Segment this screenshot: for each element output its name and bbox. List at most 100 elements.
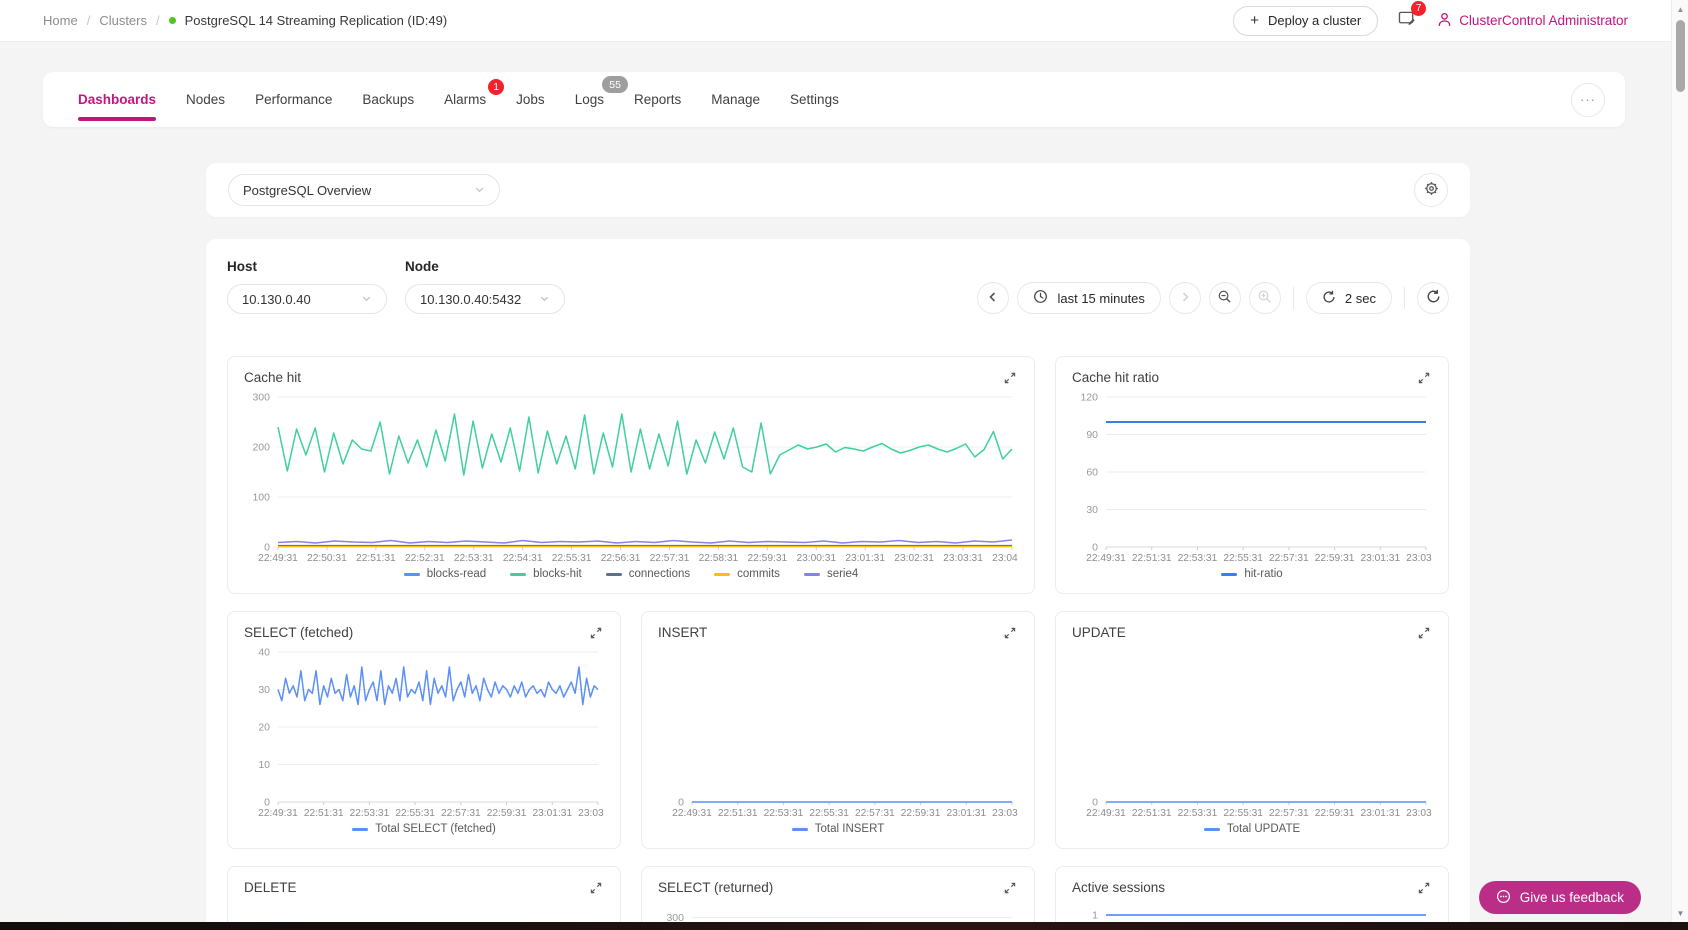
chart-svg: 300200100022:49:3122:50:3122:51:3122:52:… [244, 391, 1018, 565]
chart-title: DELETE [244, 880, 297, 895]
expand-icon[interactable] [1002, 370, 1018, 386]
chart-title: UPDATE [1072, 625, 1126, 640]
deploy-cluster-button[interactable]: + Deploy a cluster [1233, 6, 1378, 36]
x-tick-label: 22:52:31 [405, 553, 445, 564]
x-tick-label: 22:55:31 [1223, 553, 1263, 564]
scrollbar[interactable]: ▲ ▼ [1671, 0, 1688, 922]
legend-label: blocks-hit [533, 568, 582, 580]
time-range-label: last 15 minutes [1057, 291, 1144, 306]
x-tick-label: 22:51:31 [356, 553, 396, 564]
expand-icon[interactable] [1416, 625, 1432, 641]
expand-icon[interactable] [1416, 880, 1432, 896]
refresh-rate-label: 2 sec [1345, 291, 1376, 306]
dashboard-settings-button[interactable] [1414, 173, 1448, 207]
refresh-icon [1426, 289, 1441, 307]
legend-dash [1221, 573, 1237, 576]
chart-legend: Total UPDATE [1072, 820, 1432, 838]
clock-icon [1033, 289, 1048, 307]
tab-settings[interactable]: Settings [775, 72, 854, 127]
x-tick-label: 22:59:31 [748, 553, 788, 564]
chart-panel-active-sessions: Active sessions1 [1055, 866, 1449, 930]
expand-icon[interactable] [588, 880, 604, 896]
chart-plot: 022:49:3122:51:3122:53:3122:55:3122:57:3… [658, 646, 1018, 820]
tab-performance[interactable]: Performance [240, 72, 347, 127]
chevron-down-icon [539, 292, 550, 307]
scrollbar-up-arrow[interactable]: ▲ [1672, 1, 1688, 17]
y-tick-label: 40 [258, 647, 270, 659]
charts-grid: Cache hit300200100022:49:3122:50:3122:51… [227, 356, 1449, 930]
zoom-in-icon [1257, 289, 1272, 307]
filter-groups: Host 10.130.0.40 Node 10.130.0.40:5432 [227, 259, 565, 314]
breadcrumb-clusters[interactable]: Clusters [99, 13, 147, 28]
chart-title: Active sessions [1072, 880, 1165, 895]
legend-item[interactable]: connections [606, 568, 690, 580]
tab-jobs[interactable]: Jobs [501, 72, 560, 127]
tab-manage[interactable]: Manage [696, 72, 775, 127]
breadcrumb-home[interactable]: Home [43, 13, 78, 28]
main-card: Host 10.130.0.40 Node 10.130.0.40:5432 [206, 239, 1470, 930]
y-tick-label: 30 [1086, 504, 1098, 516]
legend-item[interactable]: Total SELECT (fetched) [352, 823, 496, 835]
y-tick-label: 90 [1086, 429, 1098, 441]
x-tick-label: 22:57:31 [650, 553, 690, 564]
x-tick-label: 23:03:31 [578, 808, 604, 819]
chart-head: INSERT [658, 625, 1018, 646]
dashboard-select[interactable]: PostgreSQL Overview [228, 174, 500, 206]
time-range-button[interactable]: last 15 minutes [1017, 282, 1160, 314]
legend-item[interactable]: serie4 [804, 568, 858, 580]
chart-plot: 120906030022:49:3122:51:3122:53:3122:55:… [1072, 391, 1432, 565]
dashboard-selector-card: PostgreSQL Overview [206, 163, 1470, 217]
tab-reports[interactable]: Reports [619, 72, 696, 127]
legend-item[interactable]: Total INSERT [792, 823, 884, 835]
nav-more-button[interactable]: ··· [1571, 83, 1605, 117]
x-tick-label: 22:53:31 [350, 808, 390, 819]
y-tick-label: 30 [258, 684, 270, 696]
time-prev-button[interactable] [977, 282, 1009, 314]
expand-icon[interactable] [588, 625, 604, 641]
node-select[interactable]: 10.130.0.40:5432 [405, 284, 565, 314]
x-tick-label: 22:53:31 [764, 808, 804, 819]
x-tick-label: 23:01:31 [1360, 553, 1400, 564]
time-next-button[interactable] [1169, 282, 1201, 314]
legend-item[interactable]: Total UPDATE [1204, 823, 1300, 835]
zoom-in-button[interactable] [1249, 282, 1281, 314]
tab-label: Reports [634, 92, 681, 107]
legend-label: Total SELECT (fetched) [375, 823, 496, 835]
filters-row: Host 10.130.0.40 Node 10.130.0.40:5432 [227, 259, 1449, 314]
zoom-out-button[interactable] [1209, 282, 1241, 314]
refresh-now-button[interactable] [1417, 282, 1449, 314]
y-tick-label: 300 [252, 392, 270, 404]
node-filter: Node 10.130.0.40:5432 [405, 259, 565, 314]
scrollbar-thumb[interactable] [1676, 20, 1685, 92]
chart-legend: hit-ratio [1072, 565, 1432, 583]
feedback-button[interactable]: Give us feedback [1479, 881, 1641, 914]
x-tick-label: 23:02:31 [894, 553, 934, 564]
tab-nodes[interactable]: Nodes [171, 72, 240, 127]
user-menu[interactable]: ClusterControl Administrator [1437, 12, 1628, 30]
events-button[interactable]: 7 [1398, 10, 1417, 32]
tab-dashboards[interactable]: Dashboards [63, 72, 171, 127]
feedback-label: Give us feedback [1520, 890, 1624, 905]
legend-item[interactable]: blocks-hit [510, 568, 582, 580]
refresh-rate-button[interactable]: 2 sec [1306, 282, 1392, 314]
x-tick-label: 22:53:31 [1178, 553, 1218, 564]
expand-icon[interactable] [1416, 370, 1432, 386]
x-tick-label: 22:51:31 [718, 808, 758, 819]
scrollbar-down-arrow[interactable]: ▼ [1672, 905, 1688, 921]
tab-alarms[interactable]: Alarms1 [429, 72, 501, 127]
x-tick-label: 23:00:31 [796, 553, 836, 564]
gear-icon [1423, 180, 1440, 200]
tab-logs[interactable]: Logs55 [560, 72, 619, 127]
refresh-icon [1322, 290, 1336, 307]
tab-backups[interactable]: Backups [347, 72, 429, 127]
expand-icon[interactable] [1002, 880, 1018, 896]
host-select[interactable]: 10.130.0.40 [227, 284, 387, 314]
expand-icon[interactable] [1002, 625, 1018, 641]
legend-item[interactable]: blocks-read [404, 568, 486, 580]
legend-item[interactable]: hit-ratio [1221, 568, 1282, 580]
legend-item[interactable]: commits [714, 568, 780, 580]
chart-head: Cache hit [244, 370, 1018, 391]
y-tick-label: 0 [264, 542, 270, 554]
legend-dash [606, 573, 622, 576]
chevron-down-icon [474, 183, 485, 198]
